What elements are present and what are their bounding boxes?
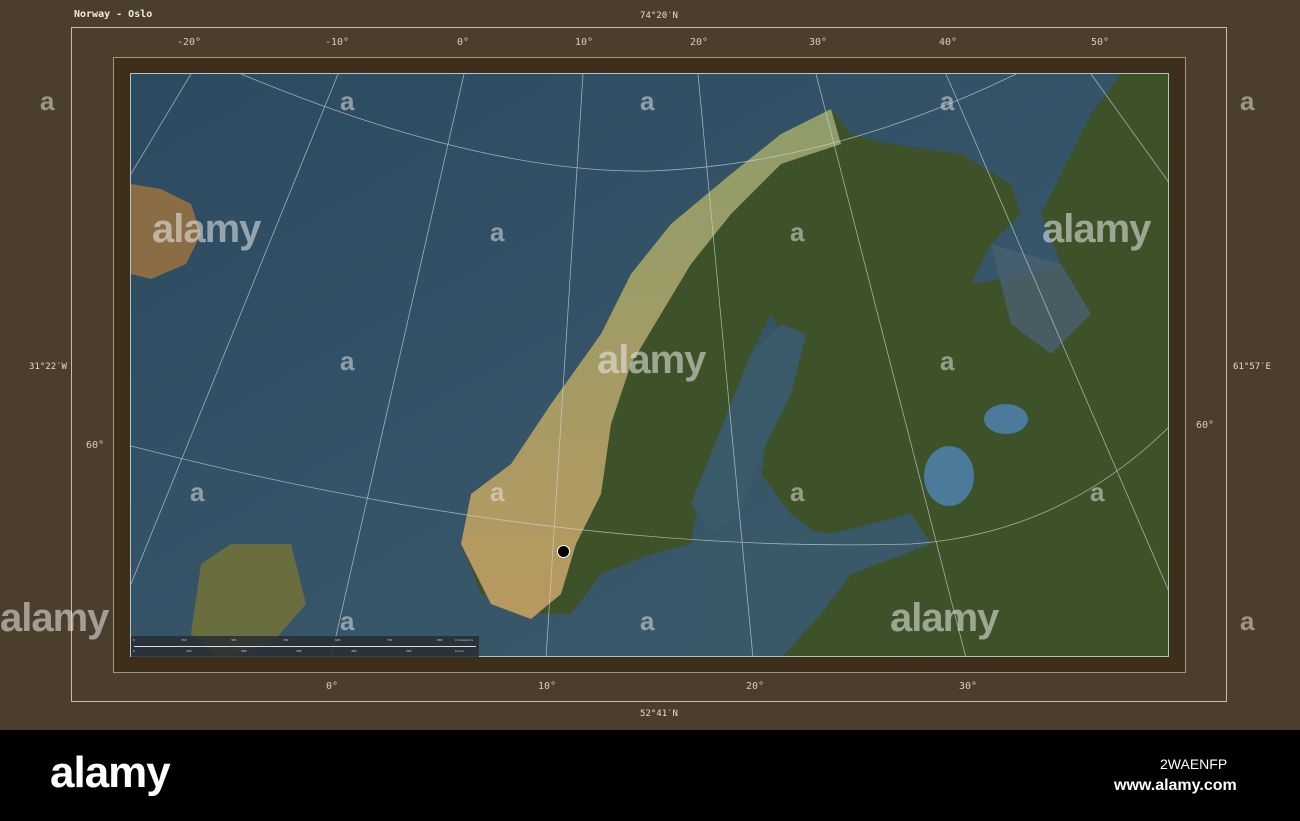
watermark: alamy (0, 596, 109, 640)
oslo-marker[interactable] (557, 545, 570, 558)
watermark-a: a (1090, 477, 1105, 507)
watermark: alamy (1042, 207, 1151, 251)
watermark: alamy (890, 596, 999, 640)
lon-tick: 20° (745, 681, 765, 692)
watermark-a: a (1240, 606, 1255, 636)
watermark-a: a (340, 86, 355, 116)
watermark-a: a (940, 346, 955, 376)
lat-tick: 60° (85, 440, 105, 451)
lon-tick: 20° (689, 37, 709, 48)
km-value: 150 (181, 638, 187, 642)
watermark-a: a (340, 606, 355, 636)
site-url[interactable]: www.alamy.com (1114, 777, 1237, 795)
lon-tick: 0° (325, 681, 339, 692)
image-id: 2WAENFP (1160, 756, 1228, 772)
mi-value: 0 (133, 649, 135, 653)
lon-tick: 40° (938, 37, 958, 48)
km-value: 600 (335, 638, 341, 642)
extent-right: 61°57′E (1233, 362, 1271, 372)
watermark-a: a (490, 217, 505, 247)
mi-value: 500 (406, 649, 412, 653)
lon-tick: 30° (808, 37, 828, 48)
km-label: kilometers (455, 638, 474, 642)
watermark-a: a (790, 477, 805, 507)
lat-tick: 60° (1195, 420, 1215, 431)
extent-bottom: 52°41′N (640, 709, 678, 719)
alamy-logo: alamy (50, 748, 171, 797)
watermark-a: a (40, 86, 55, 116)
mi-value: 200 (241, 649, 247, 653)
lon-tick: 0° (456, 37, 470, 48)
km-value: 750 (387, 638, 393, 642)
lon-tick: 10° (537, 681, 557, 692)
alamy-footer (0, 730, 1300, 821)
watermark-a: a (640, 86, 655, 116)
km-value: 0 (133, 638, 135, 642)
watermark-a: a (640, 606, 655, 636)
km-value: 450 (283, 638, 289, 642)
lon-tick: -20° (176, 37, 202, 48)
mi-value: 300 (296, 649, 302, 653)
lon-tick: 10° (574, 37, 594, 48)
watermark: alamy (597, 338, 706, 382)
watermark-a: a (340, 346, 355, 376)
lon-tick: 30° (958, 681, 978, 692)
mi-label: miles (455, 649, 465, 653)
watermark-a: a (940, 86, 955, 116)
watermark: alamy (152, 207, 261, 251)
watermark-a: a (490, 477, 505, 507)
lon-tick: 50° (1090, 37, 1110, 48)
watermark-a: a (790, 217, 805, 247)
extent-top: 74°20′N (640, 11, 678, 21)
watermark-a: a (190, 477, 205, 507)
scale-bar: 0 150 300 450 600 750 900 kilometers 0 1… (131, 636, 479, 657)
mi-value: 400 (351, 649, 357, 653)
lon-tick: -10° (324, 37, 350, 48)
km-value: 900 (437, 638, 443, 642)
mi-value: 100 (186, 649, 192, 653)
map-title: Norway - Oslo (74, 9, 153, 20)
watermark-a: a (1240, 86, 1255, 116)
km-value: 300 (231, 638, 237, 642)
extent-left: 31°22′W (29, 362, 67, 372)
